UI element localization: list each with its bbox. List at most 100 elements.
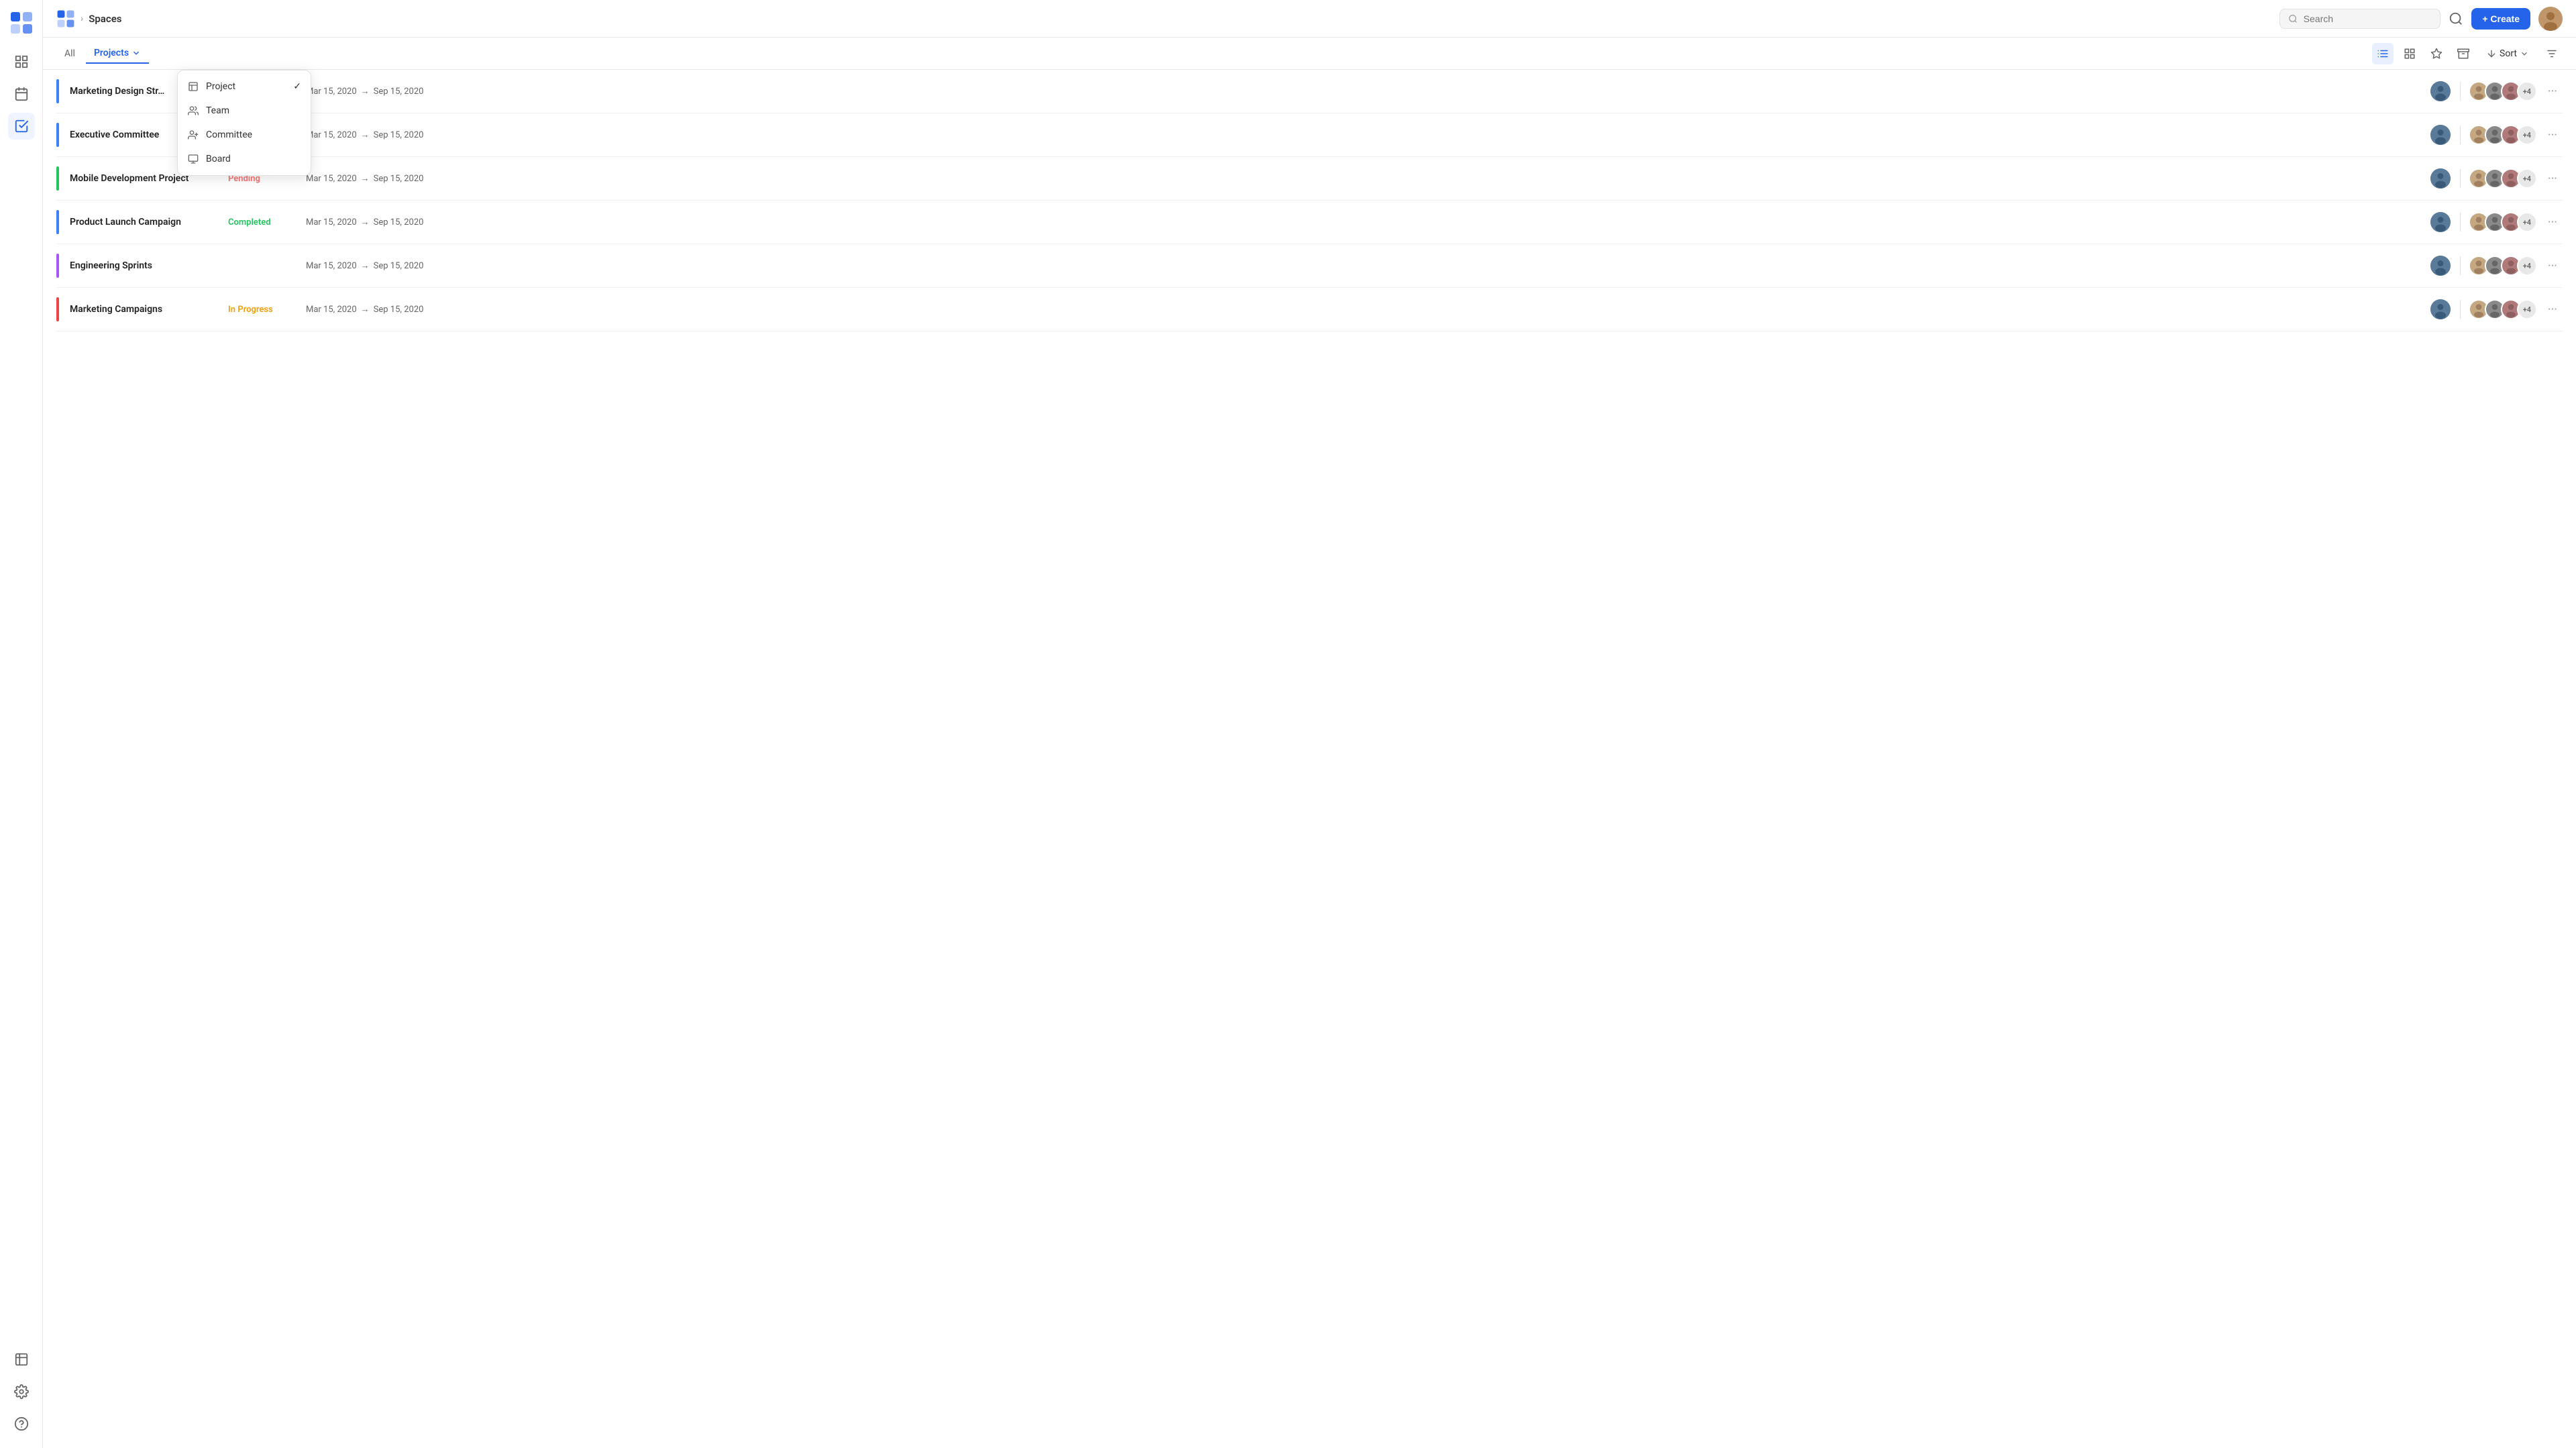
project-dates: Mar 15, 2020 → Sep 15, 2020 bbox=[306, 130, 440, 140]
table-row: Product Launch Campaign Completed Mar 15… bbox=[56, 201, 2563, 244]
more-options-button[interactable]: ··· bbox=[2542, 213, 2563, 232]
table-row: Executive Committee In Progress Mar 15, … bbox=[56, 113, 2563, 157]
project-status: Completed bbox=[228, 217, 295, 227]
avatar-group: +4 bbox=[2469, 212, 2537, 232]
project-color-bar bbox=[56, 297, 59, 321]
members-divider bbox=[2460, 256, 2461, 275]
project-status: In Progress bbox=[228, 305, 295, 315]
dropdown-item-committee[interactable]: Committee bbox=[178, 123, 311, 147]
user-avatar[interactable] bbox=[2538, 7, 2563, 31]
avatar bbox=[2429, 211, 2452, 234]
avatar bbox=[2429, 167, 2452, 190]
members-divider bbox=[2460, 300, 2461, 319]
tab-all[interactable]: All bbox=[56, 44, 83, 63]
avatar-group: +4 bbox=[2469, 299, 2537, 319]
archive-button[interactable] bbox=[2453, 43, 2474, 64]
dropdown-chevron-icon bbox=[131, 48, 141, 58]
avatar-more: +4 bbox=[2517, 299, 2537, 319]
settings-icon[interactable] bbox=[8, 1378, 35, 1405]
list-view-button[interactable] bbox=[2372, 43, 2394, 64]
sort-chevron-icon bbox=[2520, 49, 2529, 58]
avatar-more: +4 bbox=[2517, 256, 2537, 276]
project-dates: Mar 15, 2020 → Sep 15, 2020 bbox=[306, 304, 440, 315]
project-color-bar bbox=[56, 210, 59, 234]
members-divider bbox=[2460, 82, 2461, 101]
project-name[interactable]: Marketing Campaigns bbox=[70, 304, 217, 315]
project-dates: Mar 15, 2020 → Sep 15, 2020 bbox=[306, 260, 440, 271]
dropdown-item-board[interactable]: Board bbox=[178, 147, 311, 171]
search-icon bbox=[2288, 13, 2298, 24]
topbar-search-area: + Create bbox=[2279, 7, 2563, 31]
more-options-button[interactable]: ··· bbox=[2542, 256, 2563, 276]
project-color-bar bbox=[56, 254, 59, 278]
create-button[interactable]: + Create bbox=[2471, 8, 2530, 30]
project-members: +4 ··· bbox=[2429, 167, 2563, 190]
board-icon bbox=[187, 153, 199, 165]
dashboard-icon[interactable] bbox=[8, 1346, 35, 1373]
project-members: +4 ··· bbox=[2429, 211, 2563, 234]
tab-projects[interactable]: Projects bbox=[86, 44, 149, 64]
avatar-more: +4 bbox=[2517, 81, 2537, 101]
filterbar: All Projects Project ✓ bbox=[43, 38, 2576, 70]
table-row: Engineering Sprints Mar 15, 2020 → Sep 1… bbox=[56, 244, 2563, 288]
table-row: Mobile Development Project Pending Mar 1… bbox=[56, 157, 2563, 201]
check-icon: ✓ bbox=[293, 81, 301, 92]
sort-label: Sort bbox=[2500, 48, 2517, 59]
help-icon[interactable] bbox=[8, 1410, 35, 1437]
topbar: › Spaces + Create bbox=[43, 0, 2576, 38]
avatar-more: +4 bbox=[2517, 125, 2537, 145]
members-divider bbox=[2460, 169, 2461, 188]
avatar-group: +4 bbox=[2469, 256, 2537, 276]
main-content: › Spaces + Create bbox=[43, 0, 2576, 1448]
table-row: Marketing Campaigns In Progress Mar 15, … bbox=[56, 288, 2563, 331]
search-box[interactable] bbox=[2279, 9, 2440, 29]
grid-view-button[interactable] bbox=[2399, 43, 2420, 64]
project-name[interactable]: Engineering Sprints bbox=[70, 260, 217, 271]
home-icon[interactable] bbox=[8, 48, 35, 75]
breadcrumb: › Spaces bbox=[56, 9, 121, 28]
project-color-bar bbox=[56, 79, 59, 103]
project-icon bbox=[187, 81, 199, 93]
favorite-button[interactable] bbox=[2426, 43, 2447, 64]
dropdown-item-project[interactable]: Project ✓ bbox=[178, 74, 311, 99]
project-members: +4 ··· bbox=[2429, 123, 2563, 146]
search-input[interactable] bbox=[2304, 13, 2432, 24]
filterbar-right: Sort bbox=[2372, 43, 2563, 64]
table-row: Marketing Design Str… Mar 15, 2020 → Sep… bbox=[56, 70, 2563, 113]
tasks-icon[interactable] bbox=[8, 113, 35, 140]
search-icon-standalone[interactable] bbox=[2449, 11, 2463, 26]
more-options-button[interactable]: ··· bbox=[2542, 169, 2563, 189]
more-options-button[interactable]: ··· bbox=[2542, 82, 2563, 101]
avatar bbox=[2429, 123, 2452, 146]
calendar-icon[interactable] bbox=[8, 81, 35, 107]
topbar-logo bbox=[56, 9, 75, 28]
avatar bbox=[2429, 254, 2452, 277]
more-options-button[interactable]: ··· bbox=[2542, 125, 2563, 145]
dropdown-label-project: Project bbox=[206, 81, 235, 92]
project-members: +4 ··· bbox=[2429, 298, 2563, 321]
project-dates: Mar 15, 2020 → Sep 15, 2020 bbox=[306, 86, 440, 97]
members-divider bbox=[2460, 125, 2461, 144]
avatar-group: +4 bbox=[2469, 125, 2537, 145]
breadcrumb-chevron: › bbox=[80, 13, 83, 24]
sidebar-bottom bbox=[8, 1346, 35, 1437]
avatar-more: +4 bbox=[2517, 168, 2537, 189]
dropdown-item-team[interactable]: Team bbox=[178, 99, 311, 123]
project-members: +4 ··· bbox=[2429, 80, 2563, 103]
team-icon bbox=[187, 105, 199, 117]
filter-button[interactable] bbox=[2541, 43, 2563, 64]
more-options-button[interactable]: ··· bbox=[2542, 300, 2563, 319]
project-dates: Mar 15, 2020 → Sep 15, 2020 bbox=[306, 173, 440, 184]
project-members: +4 ··· bbox=[2429, 254, 2563, 277]
app-logo[interactable] bbox=[9, 11, 34, 35]
sidebar bbox=[0, 0, 43, 1448]
dropdown-label-committee: Committee bbox=[206, 130, 252, 140]
project-name[interactable]: Product Launch Campaign bbox=[70, 217, 217, 227]
project-color-bar bbox=[56, 123, 59, 147]
committee-icon bbox=[187, 129, 199, 141]
members-divider bbox=[2460, 213, 2461, 231]
sort-button[interactable]: Sort bbox=[2479, 44, 2536, 63]
breadcrumb-spaces[interactable]: Spaces bbox=[89, 13, 121, 25]
type-dropdown: Project ✓ Team Committee bbox=[177, 70, 311, 176]
dropdown-label-board: Board bbox=[206, 154, 231, 164]
